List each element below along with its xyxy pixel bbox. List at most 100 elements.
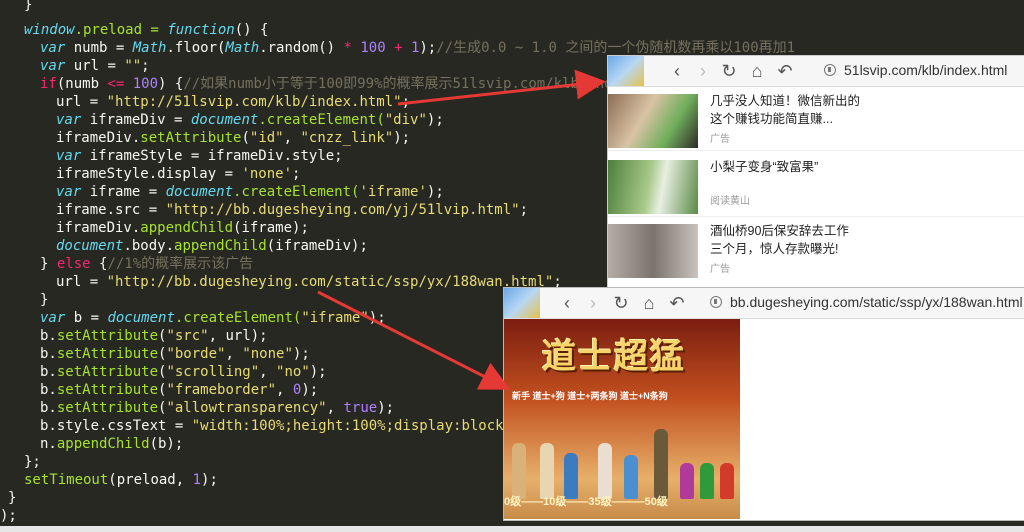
code-token: b = bbox=[65, 310, 108, 326]
code-line: }; bbox=[24, 453, 41, 471]
code-line: var iframeDiv = document.createElement("… bbox=[56, 111, 444, 129]
code-line: ); bbox=[0, 507, 17, 525]
code-line: document.body.appendChild(iframeDiv); bbox=[56, 237, 368, 255]
code-token: ); bbox=[393, 130, 411, 146]
code-token: true bbox=[343, 400, 378, 416]
browser-window-ad-1: ‹ › ↻ ⌂ ↶ 51lsvip.com/klb/index.html 几乎没… bbox=[607, 55, 1024, 288]
news-image bbox=[608, 94, 698, 148]
code-token: (iframeDiv); bbox=[266, 238, 368, 254]
code-token: .random() bbox=[259, 40, 344, 56]
back-icon[interactable]: ‹ bbox=[556, 292, 578, 314]
code-token: url = bbox=[56, 274, 107, 290]
code-token: ; bbox=[401, 94, 411, 110]
undo-icon[interactable]: ↶ bbox=[774, 60, 796, 82]
list-item[interactable]: 几乎没人知道！微信新出的这个赚钱功能简直赚... 广告 bbox=[608, 88, 1024, 151]
code-token: "width:100%;height:100%;display:block;ma bbox=[191, 418, 529, 434]
code-token: "http://bb.dugesheying.com/static/ssp/yx… bbox=[106, 274, 554, 290]
reload-icon[interactable]: ↻ bbox=[718, 60, 740, 82]
forward-icon[interactable]: › bbox=[582, 292, 604, 314]
code-line: b.setAttribute("frameborder", 0); bbox=[40, 381, 318, 399]
code-line: } bbox=[40, 291, 48, 309]
reload-icon[interactable]: ↻ bbox=[610, 292, 632, 314]
code-token: "iframe" bbox=[301, 310, 369, 326]
code-token: document bbox=[107, 310, 175, 326]
code-token: ); bbox=[309, 364, 327, 380]
code-token: ); bbox=[368, 310, 386, 326]
code-token: var bbox=[40, 310, 66, 326]
code-token: iframeDiv. bbox=[56, 130, 141, 146]
code-token: "src" bbox=[166, 328, 209, 344]
code-line: url = "http://bb.dugesheying.com/static/… bbox=[56, 273, 562, 291]
tab-thumbnail[interactable] bbox=[504, 288, 540, 318]
code-token: } bbox=[40, 292, 49, 308]
code-token: ); bbox=[0, 508, 17, 524]
code-token: n. bbox=[40, 436, 57, 452]
code-line: b.setAttribute("scrolling", "no"); bbox=[40, 363, 327, 381]
code-token: b. bbox=[40, 328, 57, 344]
code-token: "cnzz_link" bbox=[300, 130, 394, 146]
game-ad-banner[interactable]: 道士超猛 新手 道士+狗 道士+两条狗 道士+N条狗 0级——10级——35级—… bbox=[504, 319, 740, 519]
code-token: "scrolling" bbox=[166, 364, 260, 380]
code-line: b.setAttribute("src", url); bbox=[40, 327, 268, 345]
code-token: ); bbox=[419, 40, 437, 56]
code-line: iframeDiv.appendChild(iframe); bbox=[56, 219, 309, 237]
code-token: , bbox=[276, 382, 293, 398]
code-token: numb = bbox=[65, 40, 133, 56]
code-token: window bbox=[24, 22, 75, 38]
code-token: (numb bbox=[56, 76, 108, 92]
code-line: iframeStyle.display = 'none'; bbox=[56, 165, 300, 183]
code-token: iframeStyle = iframeDiv.style; bbox=[81, 148, 343, 164]
code-token: document bbox=[165, 184, 234, 200]
code-token: ); bbox=[377, 400, 395, 416]
code-token: (preload, bbox=[108, 472, 193, 488]
code-token: ); bbox=[426, 112, 444, 128]
game-character bbox=[540, 443, 554, 499]
code-line: if(numb <= 100) {//如果numb小于等于100即99%的概率展… bbox=[40, 75, 700, 93]
code-token: iframeDiv = bbox=[81, 112, 191, 128]
code-token: if bbox=[40, 76, 57, 92]
undo-icon[interactable]: ↶ bbox=[666, 292, 688, 314]
back-icon[interactable]: ‹ bbox=[666, 60, 688, 82]
list-item[interactable]: 酒仙桥90后保安辞去工作三个月，惊人存款曝光! 广告 bbox=[608, 218, 1024, 280]
code-token: iframe = bbox=[81, 184, 166, 200]
home-icon[interactable]: ⌂ bbox=[638, 292, 660, 314]
level-bar: 0级——10级——35级———50级 bbox=[504, 496, 668, 508]
news-source: 广告 bbox=[710, 264, 730, 275]
code-token: "borde" bbox=[166, 346, 226, 362]
code-token: setAttribute bbox=[56, 328, 159, 344]
address-bar[interactable]: 51lsvip.com/klb/index.html bbox=[844, 62, 1007, 78]
code-token: 1 bbox=[402, 40, 420, 56]
list-item[interactable]: 小梨子变身“致富果” 阅读黄山 bbox=[608, 154, 1024, 217]
code-token: { bbox=[90, 256, 108, 272]
browser-toolbar: ‹ › ↻ ⌂ ↶ bb.dugesheying.com/static/ssp/… bbox=[504, 288, 1024, 319]
code-token: }; bbox=[24, 454, 41, 470]
news-image bbox=[608, 224, 698, 278]
forward-icon[interactable]: › bbox=[692, 60, 714, 82]
code-line: setTimeout(preload, 1); bbox=[24, 471, 218, 489]
tab-thumbnail[interactable] bbox=[608, 56, 644, 86]
code-token: } bbox=[40, 256, 57, 272]
home-icon[interactable]: ⌂ bbox=[746, 60, 768, 82]
code-token: iframeDiv. bbox=[56, 220, 141, 236]
code-line: iframe.src = "http://bb.dugesheying.com/… bbox=[56, 201, 528, 219]
code-comment: //1%的概率展示该广告 bbox=[107, 256, 254, 272]
code-token: function bbox=[167, 22, 235, 38]
browser-toolbar: ‹ › ↻ ⌂ ↶ 51lsvip.com/klb/index.html bbox=[608, 56, 1024, 87]
code-token: , bbox=[225, 346, 243, 362]
code-token: b. bbox=[40, 346, 57, 362]
code-line: } bbox=[8, 489, 16, 507]
code-token: iframe.src = bbox=[56, 202, 166, 218]
code-token: , bbox=[326, 400, 344, 416]
address-bar[interactable]: bb.dugesheying.com/static/ssp/yx/188wan.… bbox=[730, 294, 1023, 310]
code-token: b. bbox=[40, 400, 57, 416]
lock-icon bbox=[824, 64, 836, 76]
code-line: var iframeStyle = iframeDiv.style; bbox=[56, 147, 343, 165]
game-character bbox=[654, 429, 668, 499]
code-token: 'iframe' bbox=[359, 184, 427, 200]
code-token: b. bbox=[40, 364, 57, 380]
news-title: 几乎没人知道！微信新出的这个赚钱功能简直赚... bbox=[710, 94, 861, 126]
code-token: "frameborder" bbox=[166, 382, 277, 398]
code-token: appendChild bbox=[56, 436, 150, 452]
code-token: else bbox=[56, 256, 91, 272]
code-token: 100 bbox=[351, 40, 395, 56]
